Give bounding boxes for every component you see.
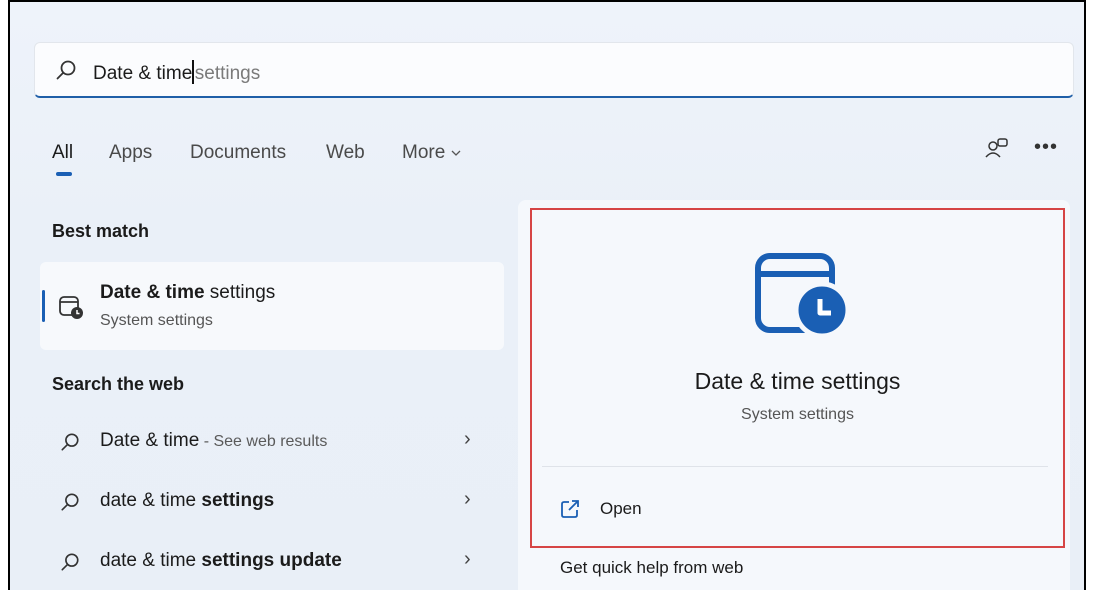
- chevron-right-icon: ›: [464, 488, 471, 510]
- web-result-bold: settings: [201, 490, 275, 511]
- best-match-subtitle: System settings: [100, 312, 213, 329]
- search-icon: [61, 433, 79, 451]
- web-result-bold: settings update: [201, 550, 342, 571]
- search-icon: [61, 553, 79, 571]
- tab-web[interactable]: Web: [326, 142, 365, 164]
- chevron-right-icon: ›: [464, 548, 471, 570]
- web-result-plain: date & time: [100, 550, 202, 571]
- best-match-item[interactable]: Date & time settings System settings: [40, 262, 504, 350]
- tab-more-label: More: [402, 142, 446, 163]
- open-action[interactable]: Open: [600, 499, 642, 519]
- quick-help-link[interactable]: Get quick help from web: [560, 558, 743, 578]
- web-result-item[interactable]: Date & time - See web results ›: [40, 418, 504, 466]
- preview-subtitle: System settings: [741, 406, 854, 423]
- tab-documents[interactable]: Documents: [190, 142, 286, 164]
- best-match-title-bold: Date & time: [100, 282, 205, 303]
- people-icon[interactable]: [984, 137, 1010, 163]
- chevron-right-icon: ›: [464, 428, 471, 450]
- tab-all[interactable]: All: [52, 142, 73, 164]
- selection-bar: [42, 290, 45, 322]
- best-match-heading: Best match: [52, 221, 150, 241]
- web-result-hint: - See web results: [199, 433, 328, 450]
- tab-more[interactable]: More: [402, 142, 461, 164]
- search-suggestion-text: settings: [194, 63, 261, 84]
- date-time-settings-icon: [59, 296, 83, 319]
- search-icon: [61, 493, 79, 511]
- web-result-text: Date & time - See web results: [100, 430, 327, 452]
- search-window: Date & time settings All Apps Documents W…: [8, 0, 1086, 590]
- web-result-item[interactable]: date & time settings update ›: [40, 538, 504, 586]
- text-caret: [192, 60, 194, 84]
- divider: [542, 466, 1048, 467]
- search-input[interactable]: Date & time settings: [93, 60, 260, 85]
- web-result-item[interactable]: date & time settings ›: [40, 478, 504, 526]
- web-result-text: date & time settings update: [100, 550, 342, 572]
- web-result-plain: Date & time: [100, 430, 200, 451]
- best-match-title: Date & time settings: [100, 282, 275, 304]
- search-web-heading: Search the web: [52, 374, 185, 394]
- chevron-down-icon: [451, 150, 461, 156]
- search-icon: [56, 60, 76, 80]
- web-result-plain: date & time: [100, 490, 202, 511]
- more-options-icon[interactable]: •••: [1034, 136, 1058, 159]
- preview-title: Date & time settings: [694, 368, 901, 394]
- search-typed-text: Date & time: [93, 63, 193, 84]
- search-box[interactable]: Date & time settings: [34, 42, 1074, 98]
- web-result-text: date & time settings: [100, 490, 274, 512]
- date-time-settings-icon: [755, 253, 846, 338]
- open-external-icon[interactable]: [560, 499, 580, 519]
- tab-active-indicator: [56, 172, 72, 176]
- best-match-title-rest: settings: [204, 282, 276, 303]
- tab-apps[interactable]: Apps: [109, 142, 152, 164]
